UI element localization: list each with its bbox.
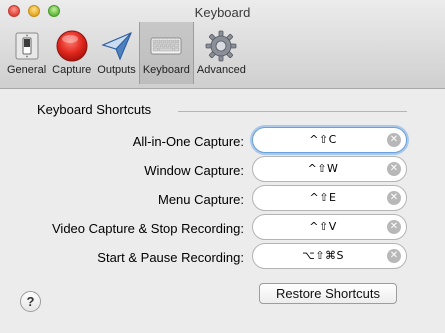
- shortcut-field-menu[interactable]: ^⇧E ✕: [252, 185, 407, 211]
- clear-shortcut-icon[interactable]: ✕: [387, 133, 401, 147]
- shortcut-keys: ^⇧C: [309, 133, 337, 146]
- shortcut-field-all-in-one[interactable]: ^⇧C ✕: [252, 127, 407, 153]
- shortcut-label-video: Video Capture & Stop Recording:: [52, 221, 244, 236]
- clear-shortcut-icon[interactable]: ✕: [387, 220, 401, 234]
- tab-outputs-label: Outputs: [97, 64, 136, 76]
- tab-keyboard-label: Keyboard: [142, 64, 190, 76]
- restore-shortcuts-button[interactable]: Restore Shortcuts: [259, 283, 397, 304]
- shortcut-keys: ^⇧V: [309, 220, 337, 233]
- tab-capture-label: Capture: [52, 64, 92, 76]
- general-switch-icon: [15, 32, 39, 60]
- shortcut-field-start-pause[interactable]: ⌥⇧⌘S ✕: [252, 243, 407, 269]
- tab-general[interactable]: General: [4, 26, 49, 78]
- clear-shortcut-icon[interactable]: ✕: [387, 191, 401, 205]
- shortcut-label-menu: Menu Capture:: [158, 192, 244, 207]
- shortcut-keys: ^⇧E: [309, 191, 337, 204]
- keyboard-icon: [150, 37, 182, 55]
- clear-shortcut-icon[interactable]: ✕: [387, 162, 401, 176]
- tab-general-label: General: [7, 64, 47, 76]
- title-bar: Keyboard General Capture Outputs Keyboar…: [0, 0, 445, 89]
- help-button[interactable]: ?: [20, 291, 41, 312]
- shortcut-field-video[interactable]: ^⇧V ✕: [252, 214, 407, 240]
- shortcut-label-all-in-one: All-in-One Capture:: [132, 134, 244, 149]
- tab-outputs[interactable]: Outputs: [94, 26, 139, 78]
- clear-shortcut-icon[interactable]: ✕: [387, 249, 401, 263]
- shortcut-keys: ⌥⇧⌘S: [302, 249, 344, 262]
- window-title: Keyboard: [194, 5, 251, 20]
- section-title: Keyboard Shortcuts: [37, 102, 152, 117]
- preferences-window: Keyboard General Capture Outputs Keyboar…: [0, 0, 445, 333]
- tab-capture[interactable]: Capture: [49, 26, 94, 78]
- gear-icon: [205, 30, 237, 62]
- shortcut-label-start-pause: Start & Pause Recording:: [97, 250, 244, 265]
- tab-keyboard[interactable]: Keyboard: [138, 22, 194, 84]
- outputs-plane-icon: [101, 32, 132, 61]
- shortcut-field-window[interactable]: ^⇧W ✕: [252, 156, 407, 182]
- keyboard-pane: Keyboard Shortcuts All-in-One Capture: ^…: [0, 89, 445, 333]
- section-divider: [178, 111, 407, 112]
- preferences-toolbar: General Capture Outputs Keyboard Advance…: [4, 22, 249, 84]
- tab-advanced-label: Advanced: [196, 64, 246, 76]
- shortcut-label-window: Window Capture:: [144, 163, 244, 178]
- capture-record-icon: [56, 30, 88, 62]
- shortcut-keys: ^⇧W: [307, 162, 339, 175]
- tab-advanced[interactable]: Advanced: [194, 26, 249, 78]
